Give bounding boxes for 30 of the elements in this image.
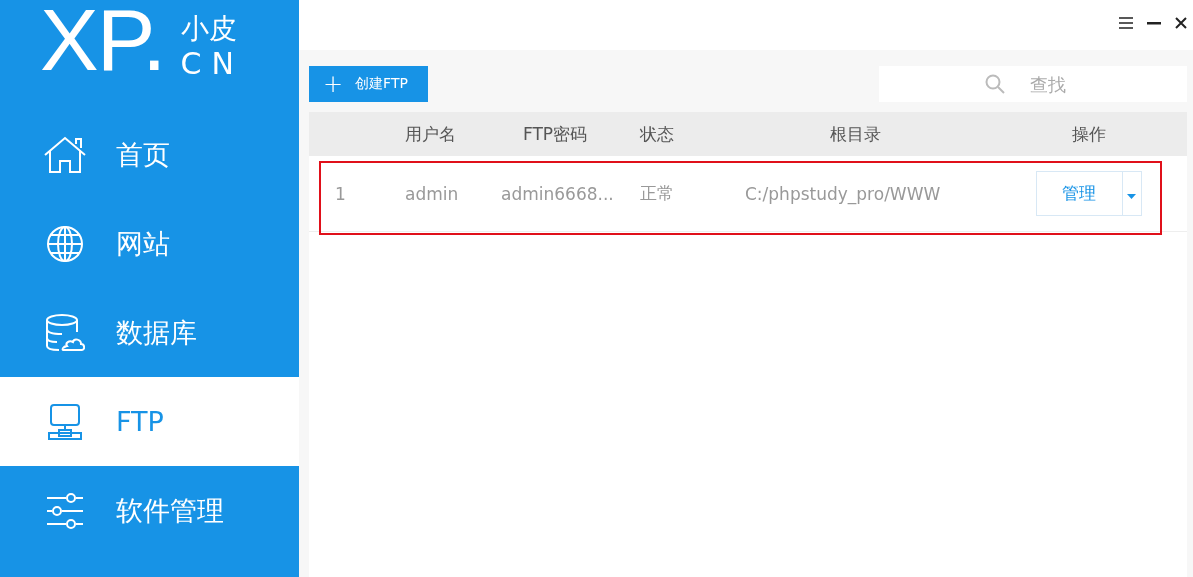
nav-item[interactable]: 数据库 <box>0 288 299 377</box>
search-icon <box>985 74 1005 94</box>
nav-item[interactable]: 网站 <box>0 199 299 288</box>
network-icon <box>48 402 82 441</box>
root-path-cell-text: C:/phpstudy_pro/WWW <box>744 183 942 204</box>
search-field[interactable]: 查找 <box>879 66 1187 102</box>
index-cell-text: 1 <box>334 183 347 204</box>
status-cell-text: 正常 <box>639 182 675 205</box>
password-header: FTP密码 <box>521 122 589 146</box>
action-header: 操作 <box>1070 122 1107 146</box>
database-cloud-icon <box>45 313 85 352</box>
nav-item[interactable]: FTP <box>0 377 299 466</box>
logo-text: CN <box>180 46 244 82</box>
minimize-icon[interactable] <box>1147 21 1161 25</box>
caret-icon <box>1127 194 1136 199</box>
globe-icon <box>46 224 84 263</box>
close-icon[interactable] <box>1175 17 1187 29</box>
logo-mark: XP. <box>40 0 165 84</box>
password-cell-text: admin6668... <box>500 183 615 204</box>
create-ftp-button[interactable]: + 创建FTP <box>309 66 428 102</box>
sliders-icon <box>46 492 84 529</box>
nav-item[interactable]: 首页 <box>0 110 299 199</box>
root-header: 根目录 <box>828 122 882 146</box>
username-cell-text: admin <box>404 183 460 204</box>
logo-text: 小皮 <box>180 12 238 46</box>
username-header: 用户名 <box>404 122 457 146</box>
home-icon <box>43 135 87 174</box>
nav-item[interactable]: 软件管理 <box>0 466 299 555</box>
status-header: 状态 <box>639 122 675 146</box>
menu-icon[interactable] <box>1119 17 1133 29</box>
